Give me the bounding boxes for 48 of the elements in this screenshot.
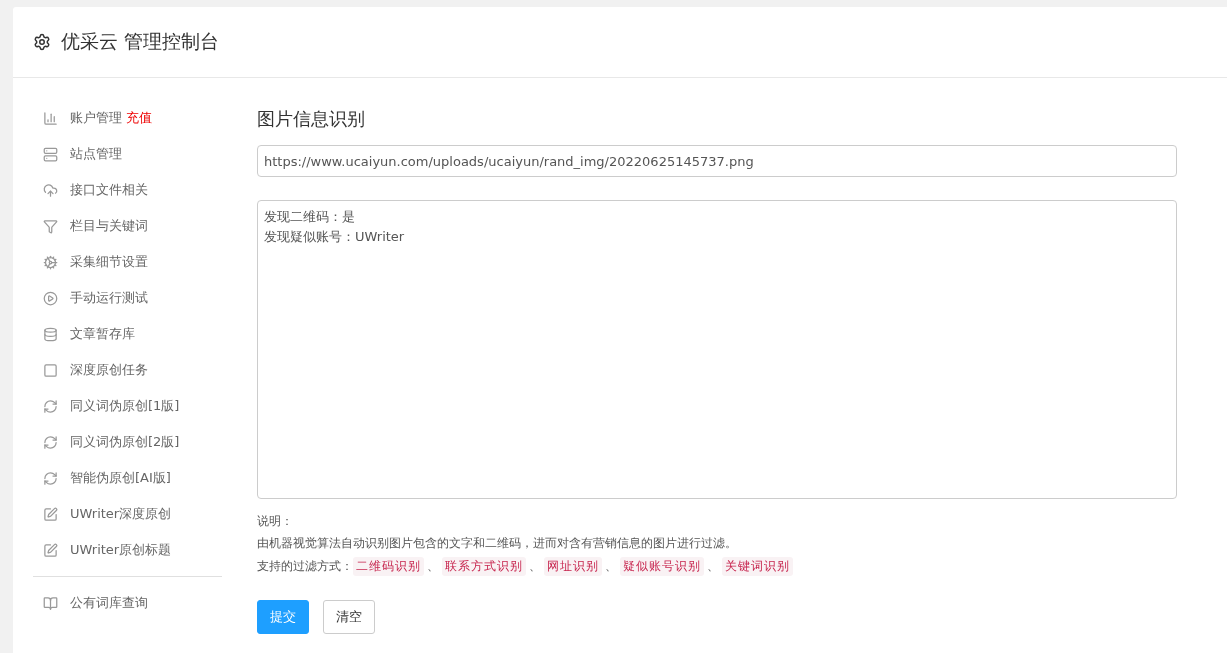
result-box[interactable]: 发现二维码：是 发现疑似账号：UWriter: [257, 200, 1177, 499]
cloud-upload-icon: [43, 182, 58, 198]
clear-button[interactable]: 清空: [323, 600, 375, 634]
edit-icon: [43, 506, 58, 522]
refresh-icon: [43, 434, 58, 450]
sidebar-link[interactable]: 文章暂存库: [70, 325, 135, 343]
notes-heading: 说明：: [257, 513, 294, 530]
sidebar-link[interactable]: 同义词伪原创[1版]: [70, 397, 180, 415]
sidebar-link[interactable]: 采集细节设置: [70, 253, 148, 271]
separator: 、: [529, 558, 541, 575]
square-icon: [43, 362, 58, 378]
methods-label: 支持的过滤方式：: [257, 558, 353, 575]
separator: 、: [707, 558, 719, 575]
sidebar-link[interactable]: 同义词伪原创[2版]: [70, 433, 180, 451]
play-icon: [43, 290, 58, 306]
page-title: 图片信息识别: [257, 107, 366, 131]
server-icon: [43, 146, 58, 162]
bar-chart-icon: [43, 110, 58, 126]
sidebar-link[interactable]: 深度原创任务: [70, 361, 148, 379]
sidebar-link[interactable]: 账户管理 充值: [70, 109, 152, 127]
book-icon: [43, 595, 58, 611]
refresh-icon: [43, 398, 58, 414]
edit-icon: [43, 542, 58, 558]
refresh-icon: [43, 470, 58, 486]
sidebar-link[interactable]: 接口文件相关: [70, 181, 148, 199]
result-line: 发现二维码：是: [264, 208, 356, 226]
separator: 、: [427, 558, 439, 575]
sidebar-link[interactable]: 智能伪原创[AI版]: [70, 469, 171, 487]
sidebar-link[interactable]: 栏目与关键词: [70, 217, 148, 235]
console-title: 优采云 管理控制台: [61, 29, 220, 54]
notes-description: 由机器视觉算法自动识别图片包含的文字和二维码，进而对含有营销信息的图片进行过滤。: [257, 535, 738, 552]
result-line: 发现疑似账号：UWriter: [264, 228, 406, 246]
method-tag: 疑似账号识别: [620, 557, 704, 576]
sidebar-link[interactable]: UWriter深度原创: [70, 505, 172, 523]
url-field[interactable]: https://www.ucaiyun.com/uploads/ucaiyun/rand_img/20220625145737.png: [257, 145, 1177, 177]
sidebar-link[interactable]: 公有词库查询: [70, 594, 148, 612]
filter-icon: [43, 218, 58, 234]
sidebar-link[interactable]: 站点管理: [70, 145, 122, 163]
separator: 、: [605, 558, 617, 575]
database-icon: [43, 326, 58, 342]
method-tag: 关键词识别: [722, 557, 793, 576]
gear-icon: [43, 254, 58, 270]
method-tag: 网址识别: [544, 557, 602, 576]
sidebar-link[interactable]: 手动运行测试: [70, 289, 148, 307]
settings-icon: [33, 33, 51, 51]
sidebar-link[interactable]: UWriter原创标题: [70, 541, 172, 559]
method-tag: 二维码识别: [353, 557, 424, 576]
method-tag: 联系方式识别: [442, 557, 526, 576]
